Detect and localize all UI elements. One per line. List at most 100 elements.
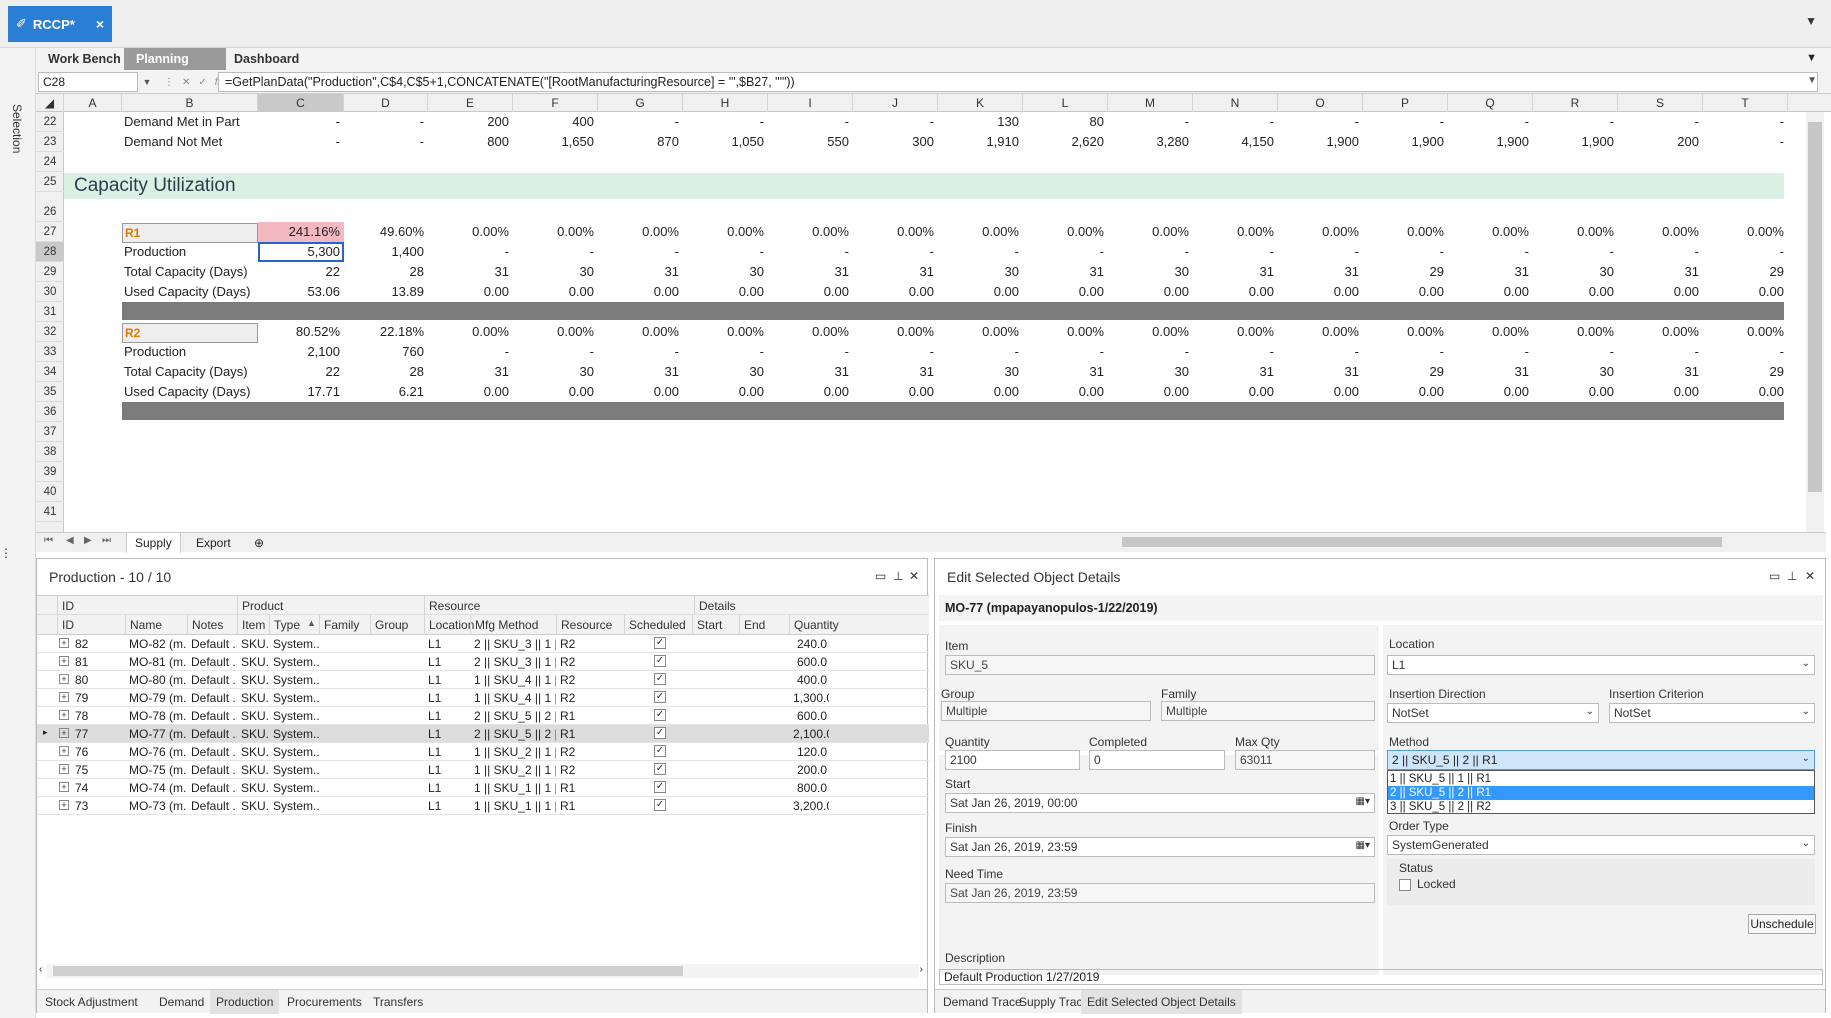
- cell-item[interactable]: SKU...: [237, 653, 269, 671]
- value-cell[interactable]: 0.00%: [1701, 222, 1784, 242]
- column-header[interactable]: C: [258, 94, 344, 112]
- value-cell[interactable]: 0.00%: [1446, 322, 1529, 342]
- value-cell[interactable]: 0.00%: [681, 322, 764, 342]
- value-cell[interactable]: 80.52%: [256, 322, 340, 342]
- cell-quantity[interactable]: 3,200.0: [789, 797, 829, 815]
- row-header[interactable]: 34: [36, 362, 64, 382]
- value-cell[interactable]: 0.00: [936, 382, 1019, 402]
- value-cell[interactable]: -: [1276, 342, 1359, 362]
- scheduled-checkbox[interactable]: ✓: [654, 781, 666, 793]
- value-cell[interactable]: 0.00%: [1191, 222, 1274, 242]
- value-cell[interactable]: -: [1701, 342, 1784, 362]
- value-cell[interactable]: 29: [1701, 362, 1784, 382]
- value-cell[interactable]: -: [1106, 112, 1189, 132]
- row-header[interactable]: 31: [36, 302, 64, 322]
- column-header[interactable]: N: [1193, 94, 1278, 112]
- value-cell[interactable]: 0.00: [1531, 382, 1614, 402]
- cell-location[interactable]: L1: [424, 689, 470, 707]
- value-cell[interactable]: 0.00: [1191, 382, 1274, 402]
- cell-location[interactable]: L1: [424, 653, 470, 671]
- column-header[interactable]: J: [853, 94, 938, 112]
- row-label-cell[interactable]: Production: [124, 242, 186, 262]
- column-header[interactable]: P: [1363, 94, 1448, 112]
- value-cell[interactable]: 870: [596, 132, 679, 152]
- value-cell[interactable]: 31: [1276, 262, 1359, 282]
- method-option[interactable]: 1 || SKU_5 || 1 || R1: [1388, 772, 1814, 786]
- scheduled-checkbox[interactable]: ✓: [654, 799, 666, 811]
- value-cell[interactable]: 1,900: [1531, 132, 1614, 152]
- cell-id[interactable]: 81: [71, 653, 89, 671]
- value-cell[interactable]: -: [681, 112, 764, 132]
- value-cell[interactable]: 30: [1106, 262, 1189, 282]
- tab-transfers[interactable]: Transfers: [367, 990, 429, 1014]
- scheduled-checkbox[interactable]: ✓: [654, 691, 666, 703]
- scheduled-checkbox[interactable]: ✓: [654, 655, 666, 667]
- value-cell[interactable]: -: [1276, 112, 1359, 132]
- value-cell[interactable]: 0.00: [426, 382, 509, 402]
- cell-notes[interactable]: Default ...: [187, 743, 237, 761]
- chevron-down-icon[interactable]: ⌄: [1802, 706, 1810, 717]
- value-cell[interactable]: 0.00: [766, 282, 849, 302]
- cell-notes[interactable]: Default ...: [187, 653, 237, 671]
- value-cell[interactable]: 0.00: [1361, 382, 1444, 402]
- cell-quantity[interactable]: 2,100.0: [789, 725, 829, 743]
- row-label-cell[interactable]: Total Capacity (Days): [124, 262, 248, 282]
- value-cell[interactable]: 1,910: [936, 132, 1019, 152]
- value-cell[interactable]: -: [596, 242, 679, 262]
- value-cell[interactable]: -: [341, 112, 424, 132]
- horizontal-scrollbar[interactable]: [1112, 536, 1812, 548]
- completed-field[interactable]: 0: [1089, 750, 1225, 770]
- chevron-down-icon[interactable]: ⌄: [1802, 753, 1810, 764]
- vertical-scrollbar[interactable]: [1806, 112, 1824, 532]
- column-header-start[interactable]: Start: [692, 615, 739, 635]
- chevron-down-icon[interactable]: ▼: [139, 72, 155, 92]
- value-cell[interactable]: 30: [681, 362, 764, 382]
- value-cell[interactable]: 0.00%: [1361, 222, 1444, 242]
- cell-id[interactable]: 73: [71, 797, 89, 815]
- value-cell[interactable]: -: [1531, 242, 1614, 262]
- start-date-picker[interactable]: Sat Jan 26, 2019, 00:00 ▦▾: [945, 793, 1375, 813]
- column-header-resource[interactable]: Resource: [556, 615, 624, 635]
- value-cell[interactable]: -: [1191, 242, 1274, 262]
- value-cell[interactable]: 30: [511, 262, 594, 282]
- row-header[interactable]: 33: [36, 342, 64, 362]
- value-cell[interactable]: 0.00%: [766, 222, 849, 242]
- horizontal-scrollbar[interactable]: ‹ ›: [39, 964, 923, 978]
- value-cell[interactable]: 49.60%: [341, 222, 424, 242]
- cell-name[interactable]: MO-78 (m...: [125, 707, 187, 725]
- chevron-down-icon[interactable]: ⌄: [1802, 838, 1810, 849]
- value-cell[interactable]: 1,900: [1276, 132, 1359, 152]
- cell-quantity[interactable]: 120.0: [789, 743, 829, 761]
- value-cell[interactable]: 31: [596, 362, 679, 382]
- value-cell[interactable]: 80: [1021, 112, 1104, 132]
- value-cell[interactable]: 30: [936, 262, 1019, 282]
- cell-resource[interactable]: R1: [556, 779, 624, 797]
- scheduled-checkbox[interactable]: ✓: [654, 745, 666, 757]
- cell-name[interactable]: MO-80 (m...: [125, 671, 187, 689]
- value-cell[interactable]: 300: [851, 132, 934, 152]
- calendar-icon[interactable]: ▦▾: [1356, 840, 1370, 851]
- cell-item[interactable]: SKU...: [237, 707, 269, 725]
- value-cell[interactable]: 29: [1361, 362, 1444, 382]
- column-header[interactable]: S: [1618, 94, 1703, 112]
- value-cell[interactable]: 3,280: [1106, 132, 1189, 152]
- value-cell[interactable]: 31: [1616, 362, 1699, 382]
- cancel-icon[interactable]: ✕: [182, 77, 190, 88]
- row-header[interactable]: 26: [36, 202, 64, 222]
- tab-dashboard[interactable]: Dashboard: [222, 48, 311, 70]
- cell-name[interactable]: MO-79 (m...: [125, 689, 187, 707]
- cell-item[interactable]: SKU...: [237, 743, 269, 761]
- resource-label-cell[interactable]: R2: [122, 323, 258, 343]
- cell-resource[interactable]: R2: [556, 671, 624, 689]
- row-header[interactable]: 38: [36, 442, 64, 462]
- column-header[interactable]: E: [428, 94, 513, 112]
- row-header[interactable]: 25: [36, 172, 64, 192]
- column-header-id[interactable]: ID: [57, 615, 125, 635]
- value-cell[interactable]: 0.00: [1106, 382, 1189, 402]
- value-cell[interactable]: 0.00%: [1276, 222, 1359, 242]
- value-cell[interactable]: 0.00%: [511, 322, 594, 342]
- minimize-icon[interactable]: ▭: [875, 569, 886, 583]
- value-cell[interactable]: 31: [1446, 262, 1529, 282]
- column-header[interactable]: F: [513, 94, 598, 112]
- value-cell[interactable]: 0.00: [1361, 282, 1444, 302]
